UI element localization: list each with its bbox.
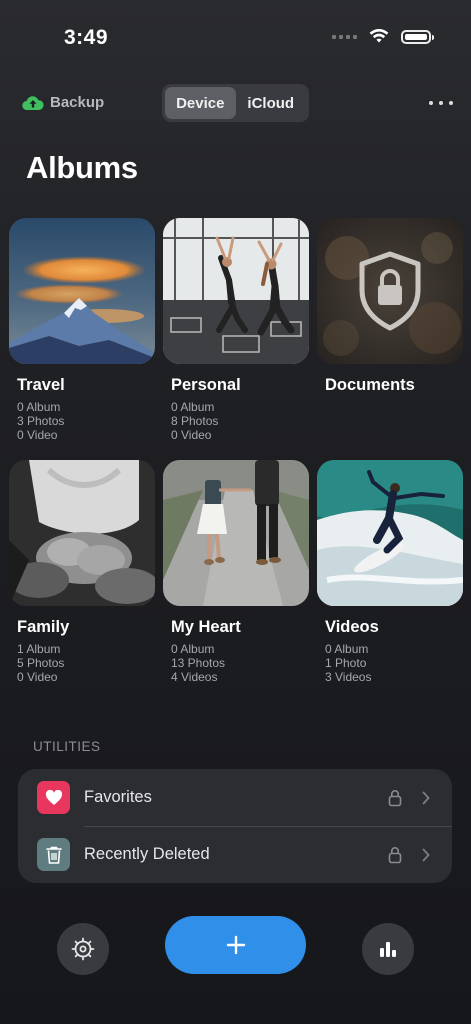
trash-icon bbox=[37, 838, 70, 871]
photo-count: 8 Photos bbox=[171, 414, 219, 428]
utility-recently-deleted[interactable]: Recently Deleted bbox=[18, 826, 452, 883]
fitness-photo bbox=[163, 218, 309, 364]
album-meta: 0 Album 1 Photo 3 Videos bbox=[325, 642, 463, 684]
cellular-signal-icon bbox=[332, 34, 357, 39]
backup-label: Backup bbox=[50, 94, 105, 111]
album-name: Travel bbox=[17, 376, 65, 394]
heart-icon bbox=[37, 781, 70, 814]
storage-segmented-control: Device iCloud bbox=[162, 84, 309, 122]
album-my-heart[interactable]: My Heart 0 Album 13 Photos 4 Videos bbox=[163, 460, 309, 684]
segment-icloud[interactable]: iCloud bbox=[236, 87, 307, 119]
plus-icon bbox=[226, 935, 245, 955]
album-count: 0 Album bbox=[325, 642, 369, 656]
album-meta: 1 Album 5 Photos 0 Video bbox=[17, 642, 155, 684]
utilities-section-label: UTILITIES bbox=[33, 739, 101, 754]
hands-photo bbox=[9, 460, 155, 606]
wifi-icon bbox=[369, 29, 389, 43]
video-count: 0 Video bbox=[17, 670, 58, 684]
backup-button[interactable]: Backup bbox=[22, 94, 104, 111]
album-thumbnail-personal bbox=[163, 218, 309, 364]
battery-icon bbox=[401, 29, 434, 44]
status-time: 3:49 bbox=[64, 26, 109, 49]
video-count: 0 Video bbox=[17, 428, 58, 442]
video-count: 4 Videos bbox=[171, 670, 218, 684]
album-meta: 0 Album 8 Photos 0 Video bbox=[171, 400, 309, 442]
album-family[interactable]: Family 1 Album 5 Photos 0 Video bbox=[9, 460, 155, 684]
bar-chart-icon bbox=[380, 942, 396, 957]
photo-count: 3 Photos bbox=[17, 414, 65, 428]
utility-label: Recently Deleted bbox=[84, 845, 210, 863]
utilities-list: Favorites Recently Deleted bbox=[18, 769, 452, 883]
locked-shield bbox=[317, 218, 463, 364]
photo-count: 13 Photos bbox=[171, 656, 226, 670]
album-thumbnail-documents bbox=[317, 218, 463, 364]
utility-label: Favorites bbox=[84, 788, 152, 806]
lock-icon bbox=[388, 789, 402, 806]
video-count: 0 Video bbox=[171, 428, 212, 442]
segment-device[interactable]: Device bbox=[165, 87, 236, 119]
status-bar: 3:49 bbox=[0, 0, 471, 70]
utility-favorites[interactable]: Favorites bbox=[18, 769, 452, 826]
album-name: My Heart bbox=[171, 618, 241, 636]
album-count: 0 Album bbox=[17, 400, 61, 414]
album-thumbnail-videos bbox=[317, 460, 463, 606]
surfer-photo bbox=[317, 460, 463, 606]
photo-count: 1 Photo bbox=[325, 656, 367, 670]
album-meta: 0 Album 3 Photos 0 Video bbox=[17, 400, 155, 442]
album-meta: 0 Album 13 Photos 4 Videos bbox=[171, 642, 309, 684]
album-name: Videos bbox=[325, 618, 379, 636]
gear-icon bbox=[71, 937, 95, 961]
chevron-right-icon bbox=[422, 848, 430, 861]
album-videos[interactable]: Videos 0 Album 1 Photo 3 Videos bbox=[317, 460, 463, 684]
album-personal[interactable]: Personal 0 Album 8 Photos 0 Video bbox=[163, 218, 309, 442]
settings-button[interactable] bbox=[57, 923, 109, 975]
album-count: 0 Album bbox=[171, 400, 215, 414]
page-title: Albums bbox=[26, 150, 138, 185]
chevron-right-icon bbox=[422, 791, 430, 804]
album-travel[interactable]: Travel 0 Album 3 Photos 0 Video bbox=[9, 218, 155, 442]
album-thumbnail-my-heart bbox=[163, 460, 309, 606]
mountain-photo bbox=[9, 218, 155, 364]
video-count: 3 Videos bbox=[325, 670, 372, 684]
album-documents[interactable]: Documents bbox=[317, 218, 463, 395]
album-name: Family bbox=[17, 618, 70, 636]
album-thumbnail-travel bbox=[9, 218, 155, 364]
status-icons bbox=[332, 29, 434, 44]
add-button[interactable] bbox=[165, 916, 306, 974]
lock-icon bbox=[388, 846, 402, 863]
more-options-icon[interactable] bbox=[429, 95, 453, 111]
cloud-upload-icon bbox=[22, 95, 44, 110]
photo-count: 5 Photos bbox=[17, 656, 65, 670]
couple-photo bbox=[163, 460, 309, 606]
album-name: Documents bbox=[325, 376, 415, 394]
statistics-button[interactable] bbox=[362, 923, 414, 975]
album-count: 0 Album bbox=[171, 642, 215, 656]
album-count: 1 Album bbox=[17, 642, 61, 656]
album-name: Personal bbox=[171, 376, 241, 394]
album-thumbnail-family bbox=[9, 460, 155, 606]
